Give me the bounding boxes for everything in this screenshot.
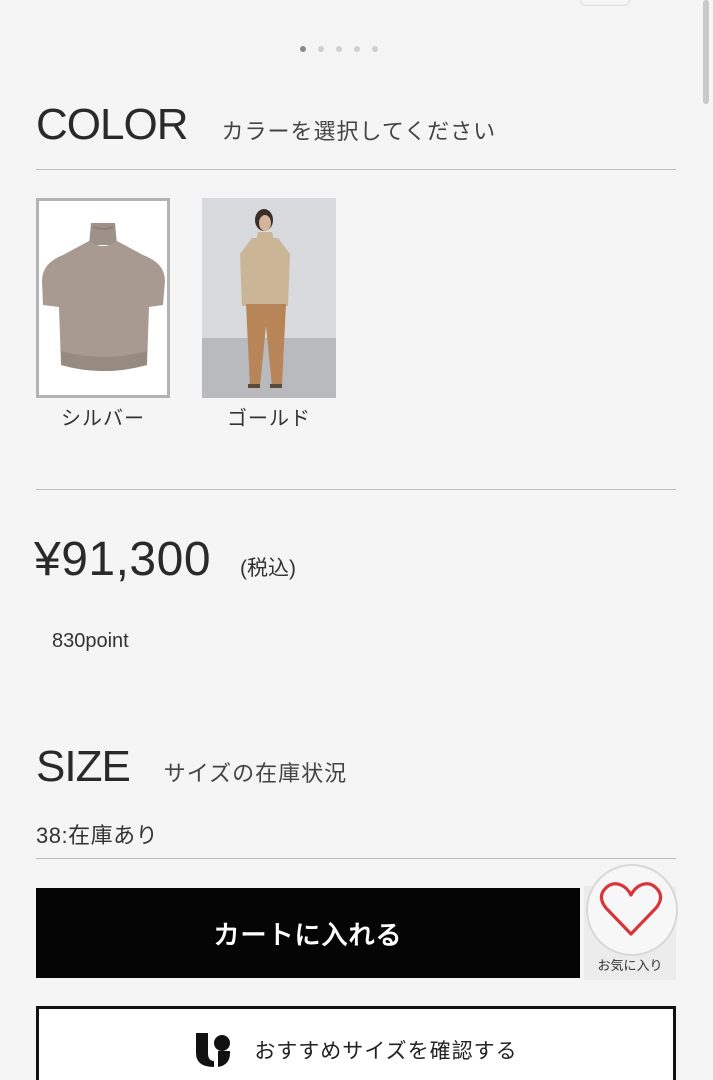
price-tax-note: (税込) xyxy=(240,557,296,580)
color-swatch-label: ゴールド xyxy=(227,408,311,430)
carousel-dots xyxy=(300,46,378,52)
color-swatch-silver[interactable] xyxy=(36,198,170,398)
color-section-title: COLOR xyxy=(36,100,188,149)
divider xyxy=(36,169,676,170)
heart-icon xyxy=(599,882,663,936)
top-edge-tab xyxy=(580,0,630,6)
carousel-dot[interactable] xyxy=(300,46,306,52)
size-stock-status: 38:在庫あり xyxy=(36,823,159,848)
size-recommend-button[interactable]: おすすめサイズを確認する xyxy=(36,1006,676,1080)
size-recommend-label: おすすめサイズを確認する xyxy=(254,1040,518,1063)
reward-points: 830point xyxy=(52,630,129,652)
color-section-header: COLOR カラーを選択してください xyxy=(36,100,496,150)
carousel-dot[interactable] xyxy=(318,46,324,52)
divider xyxy=(36,489,676,490)
carousel-dot[interactable] xyxy=(336,46,342,52)
silver-vest-thumbnail xyxy=(39,201,167,395)
size-section-subtitle: サイズの在庫状況 xyxy=(163,761,348,786)
add-to-cart-button[interactable]: カートに入れる xyxy=(36,888,580,978)
size-section-title: SIZE xyxy=(36,742,131,791)
size-section-header: SIZE サイズの在庫状況 xyxy=(36,742,347,792)
gold-model-thumbnail xyxy=(202,198,336,398)
size-advisor-logo-icon xyxy=(196,1033,231,1067)
color-section-subtitle: カラーを選択してください xyxy=(221,119,497,144)
color-swatch-gold[interactable] xyxy=(202,198,336,398)
color-swatch-label: シルバー xyxy=(61,408,145,430)
favorite-button[interactable]: お気に入り xyxy=(584,864,678,980)
scrollbar[interactable] xyxy=(703,0,709,104)
carousel-dot[interactable] xyxy=(354,46,360,52)
product-detail-page: COLOR カラーを選択してください シルバー ゴールド ¥91,300 (税込… xyxy=(0,0,713,1080)
favorite-label: お気に入り xyxy=(597,958,663,973)
divider xyxy=(36,858,676,859)
product-price: ¥91,300 xyxy=(34,533,212,586)
carousel-dot[interactable] xyxy=(372,46,378,52)
